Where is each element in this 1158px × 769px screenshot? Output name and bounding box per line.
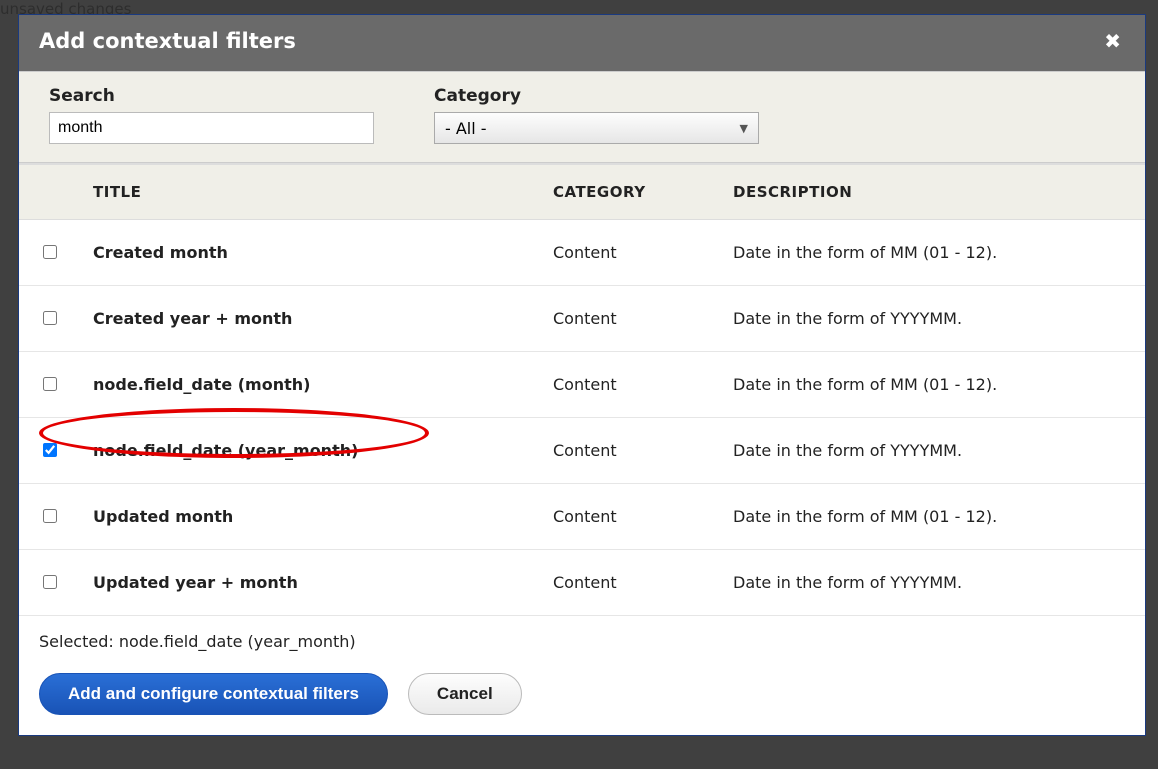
category-group: Category - All - ▼: [434, 86, 759, 144]
row-description: Date in the form of MM (01 - 12).: [719, 352, 1145, 418]
table-row: node.field_date (year_month)ContentDate …: [19, 418, 1145, 484]
search-group: Search: [49, 86, 374, 144]
category-select-value: - All -: [445, 119, 487, 138]
dialog-title: Add contextual filters: [39, 29, 296, 53]
col-title: TITLE: [79, 164, 539, 220]
row-category: Content: [539, 220, 719, 286]
search-label: Search: [49, 86, 374, 106]
table-row: Updated monthContentDate in the form of …: [19, 484, 1145, 550]
filter-bar: Search Category - All - ▼: [19, 71, 1145, 163]
selected-prefix: Selected:: [39, 632, 119, 651]
col-category: CATEGORY: [539, 164, 719, 220]
add-and-configure-button[interactable]: Add and configure contextual filters: [39, 673, 388, 715]
row-description: Date in the form of YYYYMM.: [719, 286, 1145, 352]
row-checkbox[interactable]: [43, 443, 57, 457]
table-row: Created year + monthContentDate in the f…: [19, 286, 1145, 352]
row-category: Content: [539, 550, 719, 616]
add-contextual-filters-dialog: Add contextual filters ✖ Search Category…: [18, 14, 1146, 736]
row-checkbox[interactable]: [43, 509, 57, 523]
table-row: Created monthContentDate in the form of …: [19, 220, 1145, 286]
row-category: Content: [539, 484, 719, 550]
row-description: Date in the form of YYYYMM.: [719, 418, 1145, 484]
category-select[interactable]: - All - ▼: [434, 112, 759, 144]
row-title: node.field_date (year_month): [79, 418, 539, 484]
row-title: Updated month: [79, 484, 539, 550]
table-row: Updated year + monthContentDate in the f…: [19, 550, 1145, 616]
row-description: Date in the form of MM (01 - 12).: [719, 484, 1145, 550]
selected-line: Selected: node.field_date (year_month): [39, 632, 1125, 651]
row-title: node.field_date (month): [79, 352, 539, 418]
close-icon[interactable]: ✖: [1100, 29, 1125, 53]
row-description: Date in the form of MM (01 - 12).: [719, 220, 1145, 286]
row-checkbox[interactable]: [43, 311, 57, 325]
search-input[interactable]: [49, 112, 374, 144]
col-description: DESCRIPTION: [719, 164, 1145, 220]
table-row: node.field_date (month)ContentDate in th…: [19, 352, 1145, 418]
row-title: Created month: [79, 220, 539, 286]
row-title: Created year + month: [79, 286, 539, 352]
row-category: Content: [539, 352, 719, 418]
dialog-footer: Selected: node.field_date (year_month) A…: [19, 616, 1145, 735]
row-checkbox[interactable]: [43, 245, 57, 259]
cancel-button[interactable]: Cancel: [408, 673, 522, 715]
row-category: Content: [539, 286, 719, 352]
filters-table: TITLE CATEGORY DESCRIPTION Created month…: [19, 163, 1145, 616]
row-checkbox[interactable]: [43, 575, 57, 589]
filters-table-wrap: TITLE CATEGORY DESCRIPTION Created month…: [19, 163, 1145, 616]
row-description: Date in the form of YYYYMM.: [719, 550, 1145, 616]
row-title: Updated year + month: [79, 550, 539, 616]
selected-value: node.field_date (year_month): [119, 632, 356, 651]
row-category: Content: [539, 418, 719, 484]
dialog-header: Add contextual filters ✖: [19, 15, 1145, 71]
chevron-down-icon: ▼: [740, 122, 748, 135]
category-label: Category: [434, 86, 759, 106]
button-row: Add and configure contextual filters Can…: [39, 673, 1125, 715]
row-checkbox[interactable]: [43, 377, 57, 391]
